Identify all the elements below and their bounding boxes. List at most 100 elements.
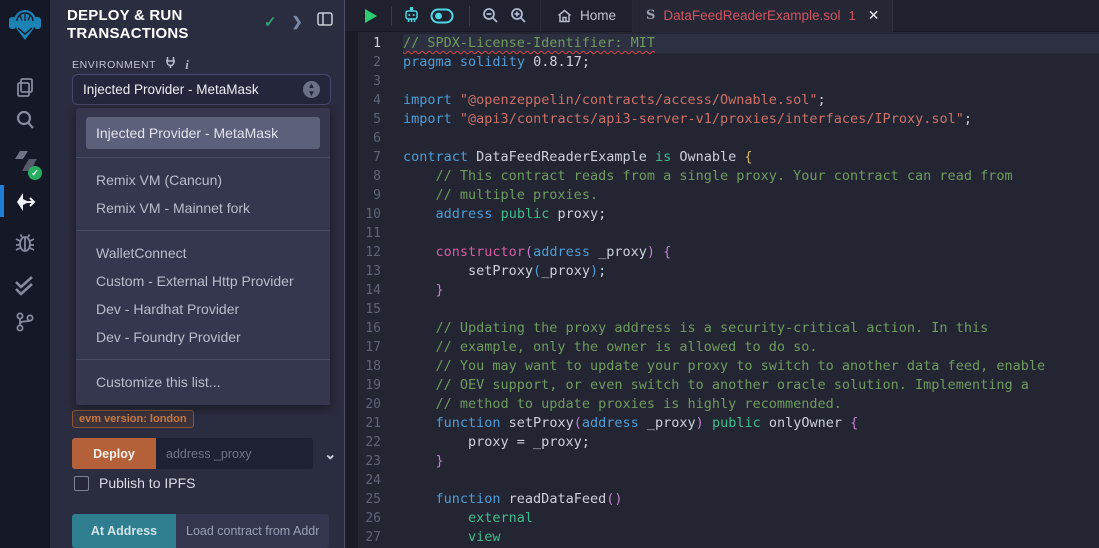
code-line[interactable]: 4import "@openzeppelin/contracts/access/… xyxy=(345,91,1099,110)
tab-datafeedreaderexample[interactable]: S DataFeedReaderExample.sol 1 ✕ xyxy=(633,0,893,32)
evm-version-badge: evm version: london xyxy=(72,410,194,428)
code-editor[interactable]: 1// SPDX-License-Identifier: MIT2pragma … xyxy=(345,32,1099,548)
line-content xyxy=(403,300,1099,319)
solidity-compiler-icon[interactable]: ✓ xyxy=(0,146,50,176)
environment-option[interactable]: Remix VM (Cancun) xyxy=(76,166,330,194)
compiled-ok-badge: ✓ xyxy=(28,166,42,180)
editor-toolbar: Home S DataFeedReaderExample.sol 1 ✕ xyxy=(345,0,1099,32)
publish-ipfs-checkbox[interactable] xyxy=(74,476,89,491)
line-content: // Updating the proxy address is a secur… xyxy=(403,319,1099,338)
environment-select[interactable]: Injected Provider - MetaMask ▲▼ xyxy=(72,74,331,105)
line-number: 8 xyxy=(345,167,403,186)
at-address-input[interactable] xyxy=(176,514,329,548)
code-line[interactable]: 25 function readDataFeed() xyxy=(345,490,1099,509)
zoom-out-icon[interactable] xyxy=(482,7,499,24)
line-number: 26 xyxy=(345,509,403,528)
line-content: // OEV support, or even switch to anothe… xyxy=(403,376,1099,395)
line-content: } xyxy=(403,452,1099,471)
line-content: // multiple proxies. xyxy=(403,186,1099,205)
line-content: } xyxy=(403,281,1099,300)
line-content: external xyxy=(403,509,1099,528)
toolbar-divider xyxy=(391,6,392,26)
line-number: 20 xyxy=(345,395,403,414)
code-line[interactable]: 9 // multiple proxies. xyxy=(345,186,1099,205)
code-line[interactable]: 2pragma solidity 0.8.17; xyxy=(345,53,1099,72)
home-tab-label: Home xyxy=(580,8,616,23)
code-line[interactable]: 10 address public proxy; xyxy=(345,205,1099,224)
pin-panel-icon[interactable] xyxy=(317,12,333,31)
environment-option[interactable]: Injected Provider - MetaMask xyxy=(86,117,320,149)
line-content: import "@api3/contracts/api3-server-v1/p… xyxy=(403,110,1099,129)
line-number: 7 xyxy=(345,148,403,167)
code-line[interactable]: 1// SPDX-License-Identifier: MIT xyxy=(345,34,1099,53)
code-line[interactable]: 19 // OEV support, or even switch to ano… xyxy=(345,376,1099,395)
code-line[interactable]: 26 external xyxy=(345,509,1099,528)
environment-option[interactable]: Remix VM - Mainnet fork xyxy=(76,194,330,222)
search-icon[interactable] xyxy=(0,105,50,135)
close-tab-icon[interactable]: ✕ xyxy=(868,7,880,24)
line-number: 18 xyxy=(345,357,403,376)
code-line[interactable]: 8 // This contract reads from a single p… xyxy=(345,167,1099,186)
info-icon[interactable]: i xyxy=(185,57,189,73)
line-content: // SPDX-License-Identifier: MIT xyxy=(403,34,1099,53)
environment-option[interactable]: Customize this list... xyxy=(76,368,330,396)
tab-home[interactable]: Home xyxy=(540,0,633,32)
code-line[interactable]: 21 function setProxy(address _proxy) pub… xyxy=(345,414,1099,433)
environment-selected-value: Injected Provider - MetaMask xyxy=(83,82,303,97)
code-line[interactable]: 7contract DataFeedReaderExample is Ownab… xyxy=(345,148,1099,167)
line-number: 14 xyxy=(345,281,403,300)
debugger-icon[interactable] xyxy=(0,228,50,258)
ai-assistant-icon[interactable] xyxy=(403,7,420,24)
code-line[interactable]: 12 constructor(address _proxy) { xyxy=(345,243,1099,262)
environment-option[interactable]: Dev - Hardhat Provider xyxy=(76,295,330,323)
deploy-arg-input[interactable] xyxy=(156,438,313,469)
deploy-and-run-icon[interactable] xyxy=(0,187,50,217)
collapse-chevron-icon[interactable]: ❯ xyxy=(292,14,303,30)
code-line[interactable]: 5import "@api3/contracts/api3-server-v1/… xyxy=(345,110,1099,129)
code-line[interactable]: 18 // You may want to update your proxy … xyxy=(345,357,1099,376)
line-number: 3 xyxy=(345,72,403,91)
git-icon[interactable] xyxy=(0,307,50,337)
code-line[interactable]: 13 setProxy(_proxy); xyxy=(345,262,1099,281)
deploy-button[interactable]: Deploy xyxy=(72,438,156,469)
line-content: view xyxy=(403,528,1099,547)
code-line[interactable]: 17 // example, only the owner is allowed… xyxy=(345,338,1099,357)
expand-args-chevron-icon[interactable]: ⌄ xyxy=(324,445,337,463)
line-number: 24 xyxy=(345,471,403,490)
code-line[interactable]: 15 xyxy=(345,300,1099,319)
remix-logo[interactable] xyxy=(3,3,47,47)
home-icon xyxy=(557,9,572,23)
line-number: 12 xyxy=(345,243,403,262)
file-tab-name: DataFeedReaderExample.sol xyxy=(663,8,840,23)
environment-option[interactable]: Dev - Foundry Provider xyxy=(76,323,330,351)
run-script-icon[interactable] xyxy=(364,8,378,24)
at-address-button[interactable]: At Address xyxy=(72,514,176,548)
code-line[interactable]: 22 proxy = _proxy; xyxy=(345,433,1099,452)
ai-toggle-icon[interactable] xyxy=(430,8,454,24)
line-content: // method to update proxies is highly re… xyxy=(403,395,1099,414)
line-number: 25 xyxy=(345,490,403,509)
environment-option[interactable]: Custom - External Http Provider xyxy=(76,267,330,295)
file-explorer-icon[interactable] xyxy=(0,72,50,102)
code-line[interactable]: 27 view xyxy=(345,528,1099,547)
environment-option[interactable]: WalletConnect xyxy=(76,239,330,267)
line-number: 6 xyxy=(345,129,403,148)
code-line[interactable]: 3 xyxy=(345,72,1099,91)
line-content: contract DataFeedReaderExample is Ownabl… xyxy=(403,148,1099,167)
plug-icon[interactable] xyxy=(164,56,177,74)
line-number: 22 xyxy=(345,433,403,452)
line-number: 23 xyxy=(345,452,403,471)
zoom-in-icon[interactable] xyxy=(510,7,527,24)
line-content: // example, only the owner is allowed to… xyxy=(403,338,1099,357)
code-line[interactable]: 23 } xyxy=(345,452,1099,471)
line-number: 9 xyxy=(345,186,403,205)
menu-divider xyxy=(76,230,330,231)
code-line[interactable]: 14 } xyxy=(345,281,1099,300)
code-line[interactable]: 20 // method to update proxies is highly… xyxy=(345,395,1099,414)
code-line[interactable]: 11 xyxy=(345,224,1099,243)
code-line[interactable]: 6 xyxy=(345,129,1099,148)
line-number: 10 xyxy=(345,205,403,224)
code-line[interactable]: 16 // Updating the proxy address is a se… xyxy=(345,319,1099,338)
code-line[interactable]: 24 xyxy=(345,471,1099,490)
unit-testing-icon[interactable] xyxy=(0,270,50,300)
